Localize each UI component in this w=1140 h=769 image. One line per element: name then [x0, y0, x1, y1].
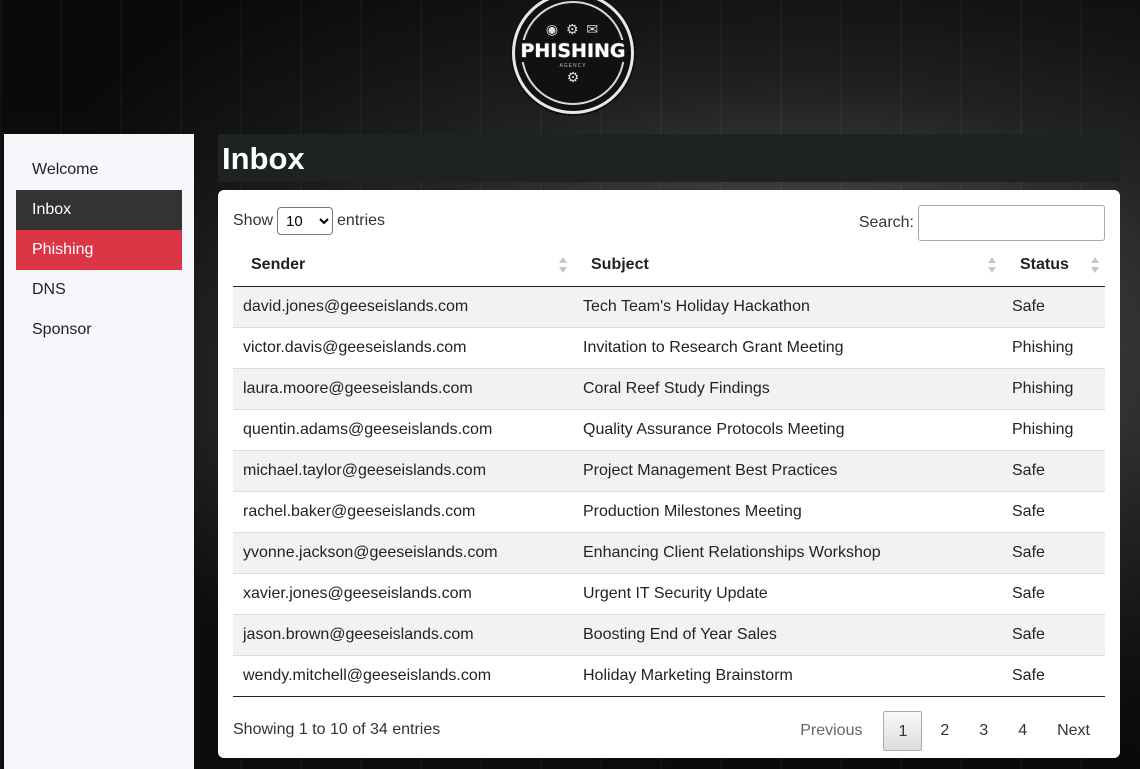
status-cell: Safe	[1002, 532, 1105, 574]
status-cell: Safe	[1002, 491, 1105, 533]
sort-icon	[988, 257, 996, 273]
page-button-3[interactable]: 3	[964, 711, 1003, 751]
status-cell: Safe	[1002, 286, 1105, 328]
sidebar-item-phishing[interactable]: Phishing	[16, 230, 182, 270]
sender-cell: david.jones@geeseislands.com	[233, 286, 573, 328]
sender-cell: michael.taylor@geeseislands.com	[233, 450, 573, 492]
sender-cell: laura.moore@geeseislands.com	[233, 368, 573, 410]
subject-cell: Project Management Best Practices	[573, 450, 1002, 492]
table-row[interactable]: quentin.adams@geeseislands.com Quality As…	[233, 409, 1105, 451]
status-cell: Safe	[1002, 573, 1105, 615]
table-row[interactable]: yvonne.jackson@geeseislands.com Enhancing…	[233, 532, 1105, 574]
sender-cell: victor.davis@geeseislands.com	[233, 327, 573, 369]
subject-cell: Production Milestones Meeting	[573, 491, 1002, 533]
subject-cell: Coral Reef Study Findings	[573, 368, 1002, 410]
sort-icon	[1091, 257, 1099, 273]
subject-cell: Holiday Marketing Brainstorm	[573, 655, 1002, 697]
table-row[interactable]: rachel.baker@geeseislands.com Production …	[233, 491, 1105, 533]
entries-length-control: Show 10 25 50 100 entries	[233, 207, 385, 235]
subject-cell: Tech Team's Holiday Hackathon	[573, 286, 1002, 328]
status-cell: Phishing	[1002, 409, 1105, 451]
page-button-1[interactable]: 1	[883, 710, 923, 751]
sender-cell: rachel.baker@geeseislands.com	[233, 491, 573, 533]
sender-cell: quentin.adams@geeseislands.com	[233, 409, 573, 451]
subject-cell: Enhancing Client Relationships Workshop	[573, 532, 1002, 574]
subject-cell: Urgent IT Security Update	[573, 573, 1002, 615]
search-label: Search:	[858, 214, 914, 231]
status-cell: Safe	[1002, 450, 1105, 492]
table-row[interactable]: xavier.jones@geeseislands.com Urgent IT S…	[233, 573, 1105, 615]
sidebar: Welcome Inbox Phishing DNS Sponsor	[4, 134, 194, 769]
logo-emblem: ◉ ⚙ ✉ PHISHING AGENCY ⚙	[518, 1, 628, 105]
table-row[interactable]: michael.taylor@geeseislands.com Project M…	[233, 450, 1105, 492]
search-input[interactable]	[918, 205, 1105, 241]
entries-label: entries	[337, 212, 386, 229]
pagination: Previous 1 2 3 4 Next	[782, 710, 1105, 751]
table-row[interactable]: jason.brown@geeseislands.com Boosting End…	[233, 614, 1105, 656]
sidebar-item-sponsor[interactable]: Sponsor	[16, 310, 182, 350]
page-button-2[interactable]: 2	[925, 711, 964, 751]
sender-cell: jason.brown@geeseislands.com	[233, 614, 573, 656]
sidebar-item-welcome[interactable]: Welcome	[16, 150, 182, 190]
table-row[interactable]: victor.davis@geeseislands.com Invitation …	[233, 327, 1105, 369]
status-cell: Phishing	[1002, 368, 1105, 410]
sidebar-item-dns[interactable]: DNS	[16, 270, 182, 310]
sender-cell: xavier.jones@geeseislands.com	[233, 573, 573, 615]
entries-length-select[interactable]: 10 25 50 100	[277, 207, 334, 235]
next-page-button[interactable]: Next	[1042, 711, 1105, 751]
sender-cell: yvonne.jackson@geeseislands.com	[233, 532, 573, 574]
previous-page-button[interactable]: Previous	[782, 711, 880, 751]
inbox-table: Sender Subject Status david.jones@geesei…	[233, 244, 1105, 697]
search-control: Search:	[859, 205, 1105, 241]
table-header-row: Sender Subject Status	[233, 244, 1105, 287]
table-row[interactable]: david.jones@geeseislands.com Tech Team's …	[233, 286, 1105, 328]
table-info: Showing 1 to 10 of 34 entries	[233, 720, 441, 738]
table-row[interactable]: laura.moore@geeseislands.com Coral Reef S…	[233, 368, 1105, 410]
logo-text: PHISHING	[518, 39, 628, 62]
gear-icon: ⚙	[566, 68, 580, 85]
sidebar-item-inbox[interactable]: Inbox	[16, 190, 182, 230]
subject-cell: Quality Assurance Protocols Meeting	[573, 409, 1002, 451]
subject-cell: Invitation to Research Grant Meeting	[573, 327, 1002, 369]
subject-cell: Boosting End of Year Sales	[573, 614, 1002, 656]
table-footer: Showing 1 to 10 of 34 entries Previous 1…	[233, 697, 1105, 757]
status-cell: Safe	[1002, 614, 1105, 656]
status-cell: Phishing	[1002, 327, 1105, 369]
page-title: Inbox	[218, 134, 1120, 182]
column-header-status[interactable]: Status	[1002, 244, 1105, 287]
status-cell: Safe	[1002, 655, 1105, 697]
inbox-panel: Show 10 25 50 100 entries Search: Sender…	[218, 190, 1120, 758]
column-header-sender[interactable]: Sender	[233, 244, 573, 287]
logo-icons: ◉ ⚙ ✉	[545, 20, 601, 37]
table-row[interactable]: wendy.mitchell@geeseislands.com Holiday M…	[233, 655, 1105, 697]
show-label: Show	[233, 212, 274, 229]
page-button-4[interactable]: 4	[1003, 711, 1042, 751]
sender-cell: wendy.mitchell@geeseislands.com	[233, 655, 573, 697]
table-controls: Show 10 25 50 100 entries Search:	[233, 190, 1105, 244]
column-header-subject[interactable]: Subject	[573, 244, 1002, 287]
sort-icon	[559, 257, 567, 273]
